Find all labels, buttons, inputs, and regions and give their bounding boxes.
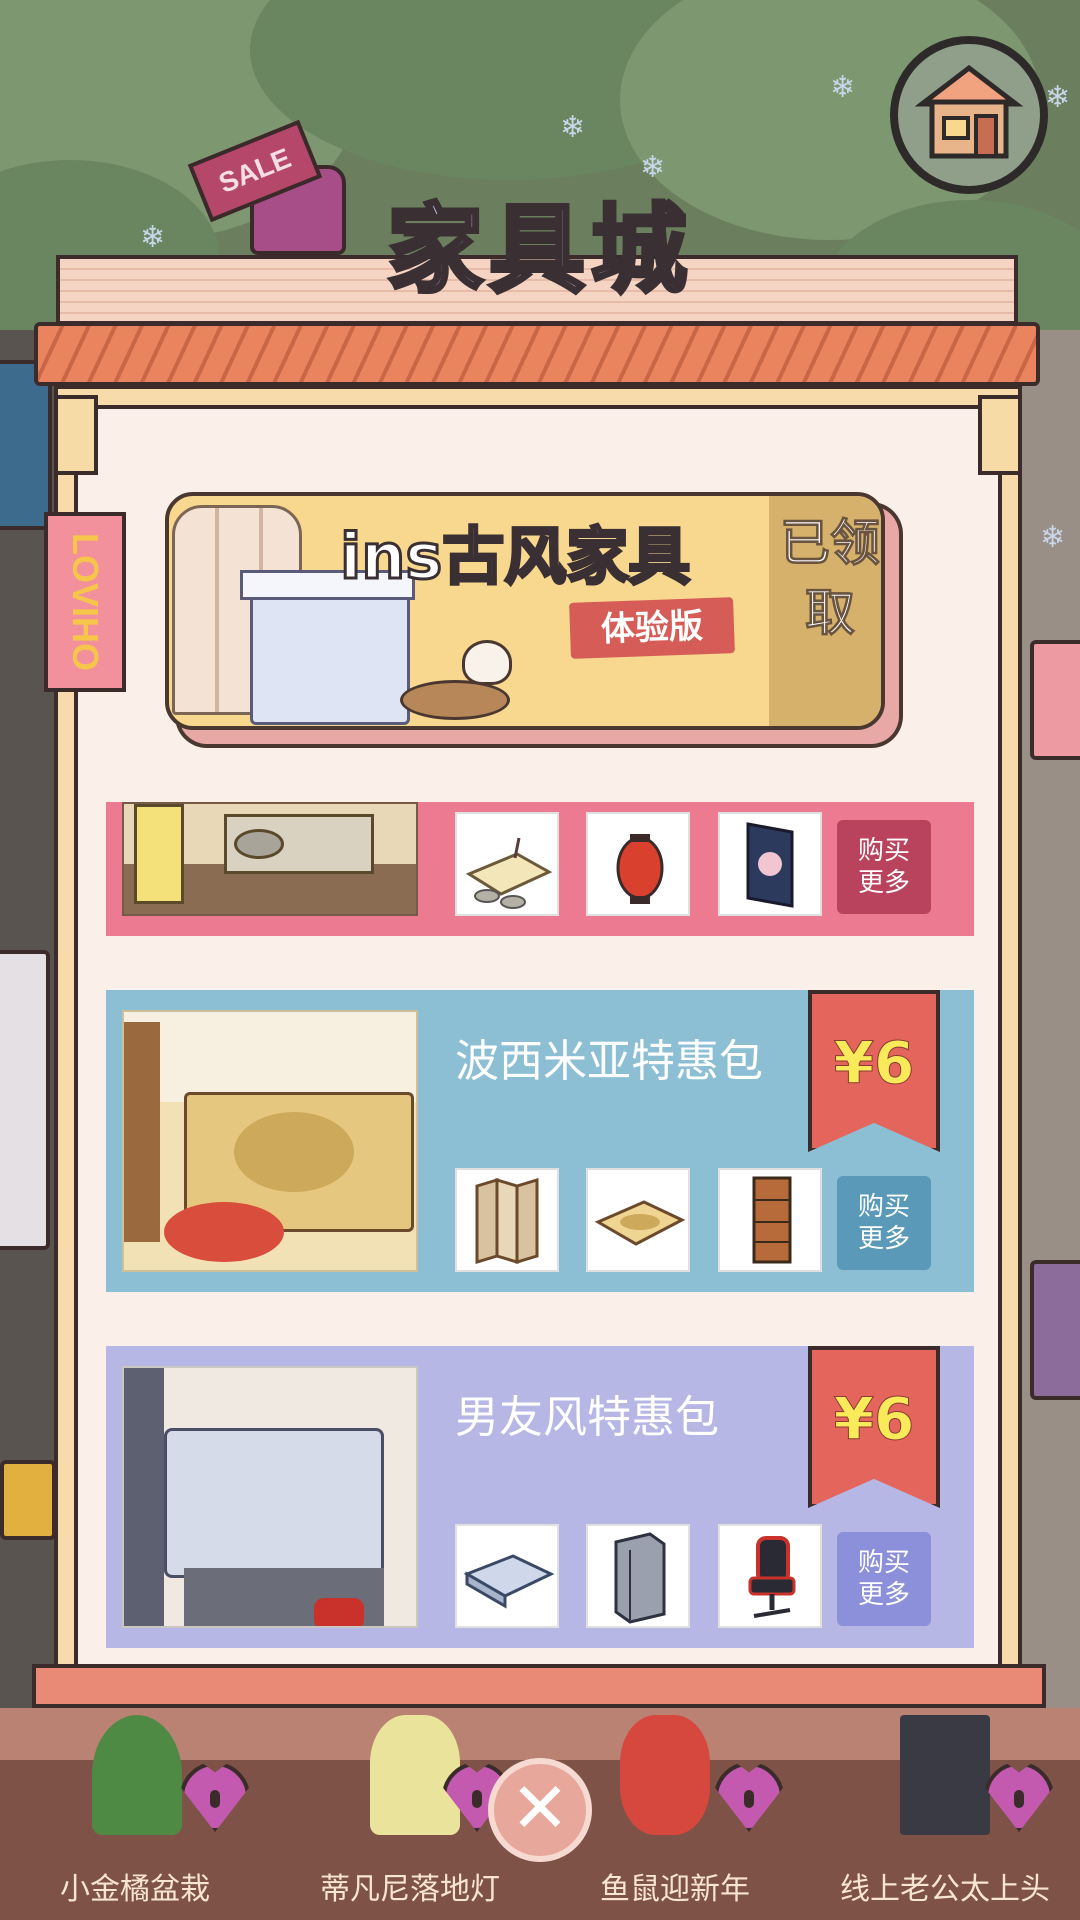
pack-preview-image: [122, 1366, 418, 1628]
lock-keyhole: [744, 1790, 754, 1808]
tea-table-icon: [465, 837, 553, 909]
pack-item-tile[interactable]: [718, 1168, 822, 1272]
bohemian-bed-icon: [594, 1200, 686, 1246]
banner-claimed-status: 已领取: [780, 514, 881, 643]
shop-title: 家具城: [385, 192, 693, 308]
shop-base: [32, 1664, 1046, 1708]
potted-kumquat-icon[interactable]: [92, 1715, 182, 1835]
pack-preview-image: [122, 1010, 418, 1272]
pack-item-tile[interactable]: [455, 812, 559, 916]
buy-more-button[interactable]: 购买 更多: [837, 1176, 931, 1270]
pack-name: 男友风特惠包: [455, 1392, 719, 1443]
pack-item-tile[interactable]: [586, 812, 690, 916]
pack-price[interactable]: ¥6: [812, 998, 936, 1128]
home-button[interactable]: [890, 36, 1048, 194]
hanging-sign-text: LOVIHO: [65, 532, 106, 671]
buy-more-button[interactable]: 购买 更多: [837, 820, 931, 914]
red-lantern-icon: [616, 834, 664, 904]
gaming-chair-icon: [748, 1536, 796, 1618]
buy-more-button[interactable]: 购买 更多: [837, 1532, 931, 1626]
poster-icon[interactable]: [900, 1715, 990, 1835]
pack-preview-image: [122, 802, 418, 916]
pack-item-tile[interactable]: [586, 1168, 690, 1272]
pillar-right: [978, 395, 1022, 475]
pack-item-tile[interactable]: [455, 1168, 559, 1272]
floor-lamp-icon[interactable]: [370, 1715, 460, 1835]
close-button[interactable]: ✕: [488, 1758, 592, 1862]
close-icon: ✕: [510, 1767, 570, 1849]
wardrobe-icon: [614, 1532, 666, 1624]
pillar-left: [54, 395, 98, 475]
shelf-cabinet-icon: [752, 1176, 792, 1264]
blue-bed-icon: [463, 1554, 555, 1609]
pack-price[interactable]: ¥6: [812, 1354, 936, 1484]
house-icon: [914, 64, 1024, 159]
pack-name: 波西米亚特惠包: [455, 1036, 763, 1087]
folding-screen-icon: [475, 1177, 539, 1265]
hanging-scroll-icon: [746, 822, 794, 908]
pack-item-tile[interactable]: [455, 1524, 559, 1628]
pack-item-tile[interactable]: [586, 1524, 690, 1628]
pack-item-tile[interactable]: [718, 1524, 822, 1628]
bottom-item-label: 蒂凡尼落地灯: [320, 1872, 500, 1907]
teapot-deco: [462, 640, 512, 685]
lock-keyhole: [1014, 1790, 1024, 1808]
bottom-item-label: 小金橘盆栽: [60, 1872, 210, 1907]
shop-roof: [34, 322, 1040, 386]
lock-keyhole: [210, 1790, 220, 1808]
bottom-item-label: 鱼鼠迎新年: [600, 1872, 750, 1907]
banner-title: ins古风家具: [339, 519, 692, 595]
bottom-item-label: 线上老公太上头: [840, 1872, 1050, 1907]
pack-item-tile[interactable]: [718, 812, 822, 916]
tea-table-deco: [400, 680, 510, 720]
lock-keyhole: [472, 1790, 482, 1808]
lion-dance-icon[interactable]: [620, 1715, 710, 1835]
banner-tag: 体验版: [569, 597, 735, 659]
